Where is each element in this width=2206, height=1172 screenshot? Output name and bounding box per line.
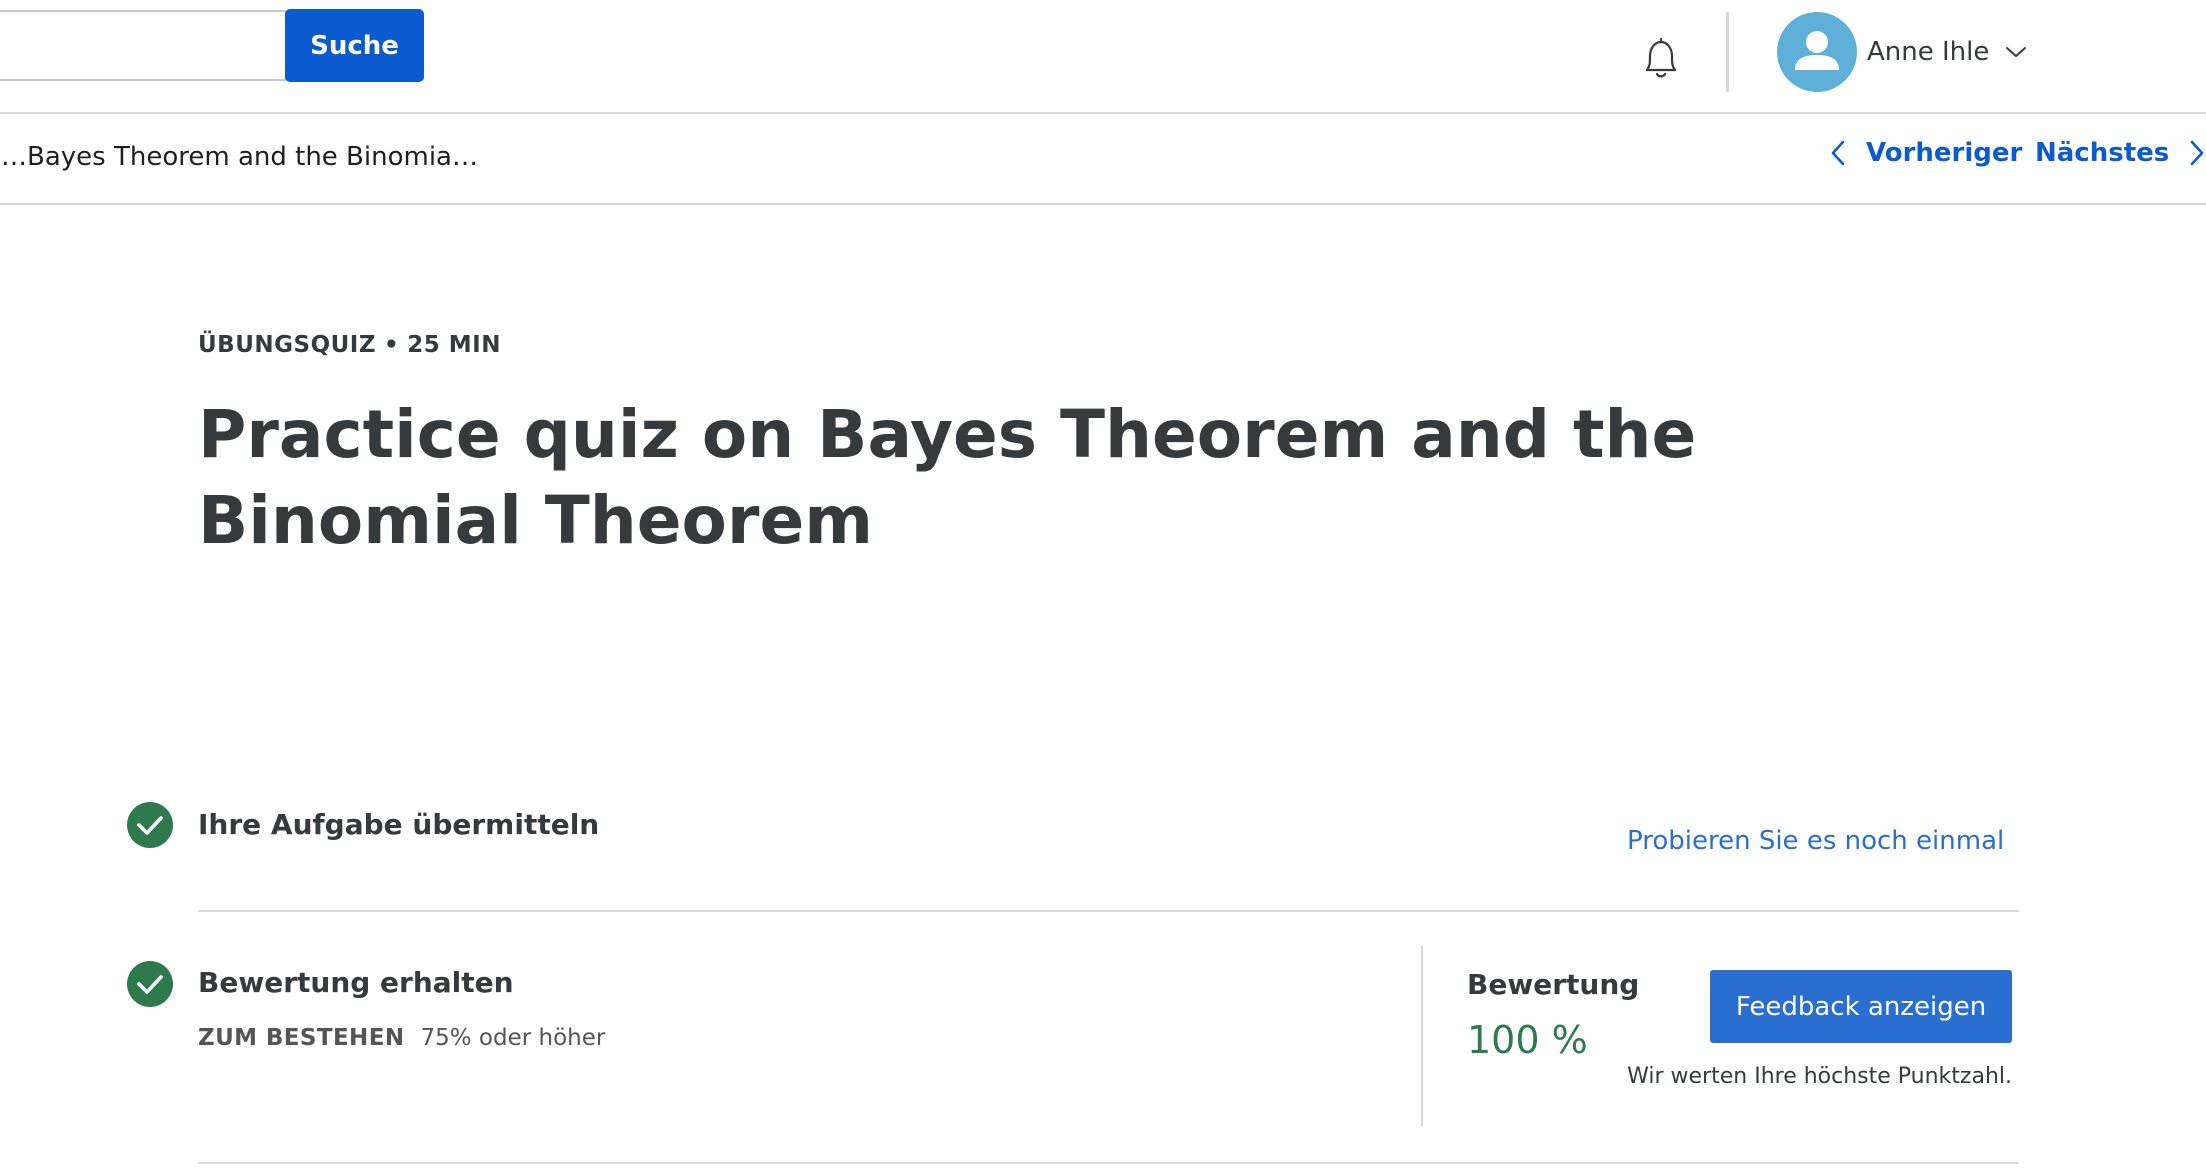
- view-feedback-button[interactable]: Feedback anzeigen: [1710, 970, 2012, 1043]
- step-divider: [198, 910, 2019, 912]
- grade-note: Wir werten Ihre höchste Punktzahl.: [1627, 1064, 2012, 1089]
- grade-value: 100 %: [1467, 1018, 1588, 1062]
- next-item-link[interactable]: Nächstes: [2035, 138, 2205, 168]
- step-grade-title: Bewertung erhalten: [198, 966, 514, 999]
- breadcrumb: Practice quiz on Bayes Theorem and the B…: [0, 142, 478, 172]
- item-nav-bar: Practice quiz on Bayes Theorem and the B…: [0, 114, 2206, 205]
- section-divider: [198, 1162, 2019, 1164]
- kicker-duration: 25 MIN: [407, 332, 501, 358]
- search-button[interactable]: Suche: [285, 9, 424, 82]
- chevron-left-icon: [1831, 140, 1845, 166]
- user-name: Anne Ihle: [1867, 37, 1990, 67]
- previous-item-link[interactable]: Vorheriger: [1830, 138, 2022, 168]
- chevron-down-icon: [2006, 47, 2027, 58]
- previous-label: Vorheriger: [1866, 138, 2023, 168]
- header-divider: [1726, 12, 1729, 92]
- kicker-separator: •: [384, 332, 400, 358]
- pass-value: 75% oder höher: [420, 1025, 606, 1051]
- grade-label: Bewertung: [1467, 968, 1640, 1001]
- grade-divider: [1421, 946, 1423, 1126]
- check-circle-icon: [127, 961, 173, 1007]
- pass-label: ZUM BESTEHEN: [198, 1025, 405, 1051]
- chevron-right-icon: [2190, 140, 2204, 166]
- user-silhouette-icon: [1795, 31, 1839, 70]
- next-label: Nächstes: [2035, 138, 2170, 168]
- page-title: Practice quiz on Bayes Theorem and the B…: [198, 396, 1697, 559]
- pass-requirement: ZUM BESTEHEN 75% oder höher: [198, 1025, 605, 1051]
- kicker-type: ÜBUNGSQUIZ: [198, 332, 377, 358]
- bell-icon[interactable]: [1633, 30, 1689, 86]
- search-input[interactable]: [0, 10, 286, 81]
- top-bar: Suche Anne Ihle: [0, 0, 2206, 114]
- user-menu[interactable]: Anne Ihle: [1777, 12, 2027, 92]
- avatar: [1777, 12, 1857, 92]
- step-submit-title: Ihre Aufgabe übermitteln: [198, 808, 600, 841]
- check-circle-icon: [127, 802, 173, 848]
- try-again-link[interactable]: Probieren Sie es noch einmal: [1627, 826, 2004, 856]
- quiz-kicker: ÜBUNGSQUIZ • 25 MIN: [198, 332, 501, 358]
- breadcrumb-item-title: Practice quiz on Bayes Theorem and the B…: [0, 142, 478, 172]
